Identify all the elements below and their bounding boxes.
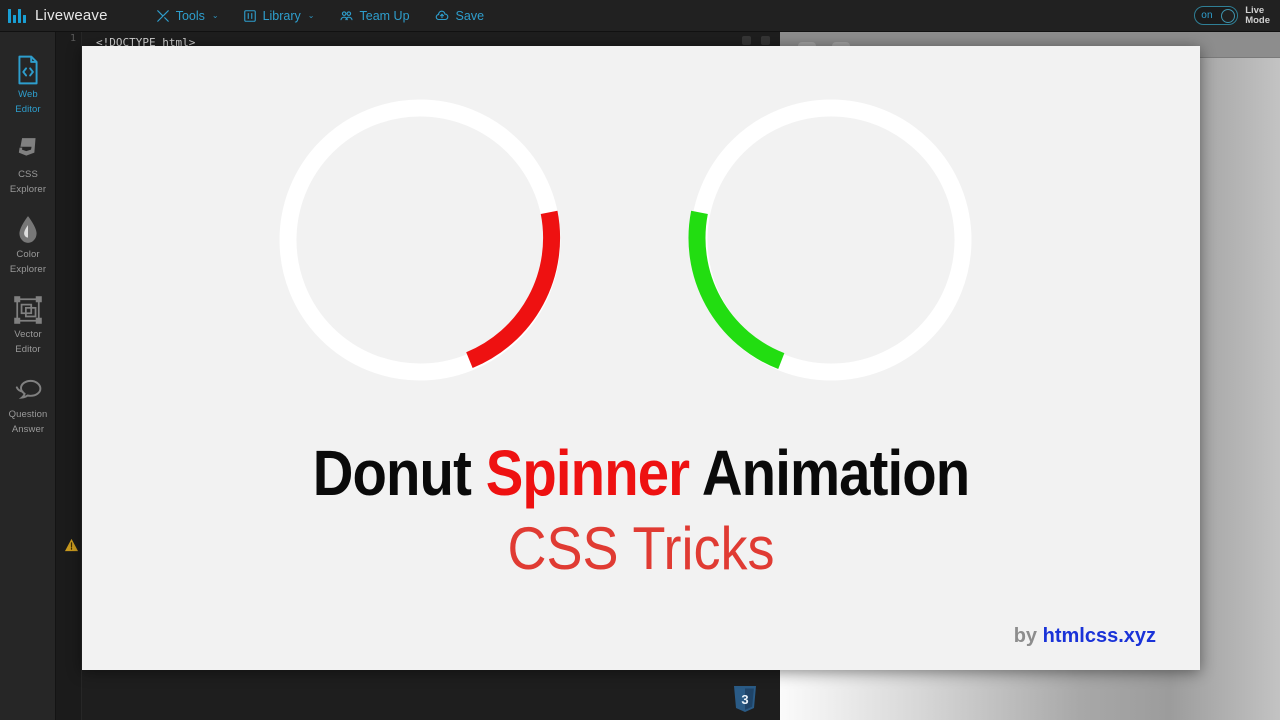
red-donut-spinner: [274, 94, 566, 386]
sidebar-item-question-answer[interactable]: Question Answer: [0, 366, 56, 446]
sidebar-item-css-explorer[interactable]: CSS Explorer: [0, 126, 56, 206]
spinner-row: [82, 46, 1200, 416]
sidebar-item-vector-editor-label: Vector: [14, 329, 42, 340]
editor-panel-actions[interactable]: [742, 36, 770, 45]
menu-team-up[interactable]: Team Up: [327, 0, 422, 32]
live-mode-state: on: [1201, 10, 1213, 21]
preview-subtitle: CSS Tricks: [507, 515, 775, 582]
headline-part1: Donut: [312, 437, 486, 509]
library-icon: [243, 9, 257, 23]
sidebar-item-web-editor[interactable]: Web Editor: [0, 46, 56, 126]
credit-site[interactable]: htmlcss.xyz: [1043, 625, 1156, 647]
line-number: 1: [69, 33, 76, 44]
sidebar-item-color-explorer-label: Color: [16, 249, 40, 260]
menu-tools[interactable]: Tools ⌄: [144, 0, 231, 32]
top-toolbar: Liveweave Tools ⌄ Library ⌄ Team Up Save…: [0, 0, 1280, 32]
menu-save-label: Save: [455, 8, 485, 23]
live-mode-toggle[interactable]: on: [1194, 6, 1239, 25]
app-brand: Liveweave: [8, 7, 108, 24]
panel-action-icon[interactable]: [742, 36, 751, 45]
editor-gutter: 1: [56, 32, 82, 720]
liveweave-app-window: Liveweave Tools ⌄ Library ⌄ Team Up Save…: [0, 0, 1280, 720]
menu-save[interactable]: Save: [422, 0, 497, 32]
bar-chart-logo-icon: [8, 8, 26, 23]
panel-action-icon[interactable]: [761, 36, 770, 45]
headline-part2: Animation: [689, 437, 970, 509]
preview-headline: Donut Spinner Animation: [149, 438, 1133, 508]
warning-triangle-icon[interactable]: [64, 538, 79, 557]
left-sidebar: Web Editor CSS Explorer Color Explorer V…: [0, 32, 56, 720]
code-file-icon: [15, 55, 41, 85]
chevron-down-icon: ⌄: [307, 11, 315, 20]
app-title: Liveweave: [35, 7, 108, 24]
team-up-icon: [339, 9, 354, 23]
chat-bubbles-icon: [14, 375, 42, 405]
chevron-down-icon: ⌄: [211, 11, 219, 20]
menu-tools-label: Tools: [175, 8, 205, 23]
vector-shapes-icon: [14, 295, 42, 325]
sidebar-item-vector-editor[interactable]: Vector Editor: [0, 286, 56, 366]
credit-prefix: by: [1013, 625, 1043, 647]
preview-credit: by htmlcss.xyz: [1014, 625, 1156, 648]
css3-icon: [15, 135, 41, 165]
tools-icon: [156, 9, 170, 23]
sidebar-item-css-explorer-label: CSS: [18, 169, 38, 180]
cloud-save-icon: [434, 9, 450, 23]
menu-library-label: Library: [262, 8, 301, 23]
live-preview-panel: Donut Spinner Animation CSS Tricks by ht…: [82, 46, 1200, 670]
live-mode-control[interactable]: on Live Mode: [1194, 4, 1270, 26]
menu-team-up-label: Team Up: [359, 8, 410, 23]
green-donut-spinner: [685, 94, 977, 386]
menu-library[interactable]: Library ⌄: [231, 0, 327, 32]
sidebar-item-color-explorer[interactable]: Color Explorer: [0, 206, 56, 286]
headline-accent: Spinner: [485, 437, 690, 509]
css3-shield-icon[interactable]: 3: [732, 684, 758, 714]
color-droplet-icon: [17, 215, 39, 245]
svg-text:3: 3: [741, 692, 748, 707]
toggle-knob[interactable]: [1221, 8, 1236, 23]
sidebar-item-web-editor-label: Web: [18, 89, 38, 100]
sidebar-item-question-answer-label: Question: [8, 409, 48, 420]
live-mode-label: Live Mode: [1245, 4, 1270, 26]
